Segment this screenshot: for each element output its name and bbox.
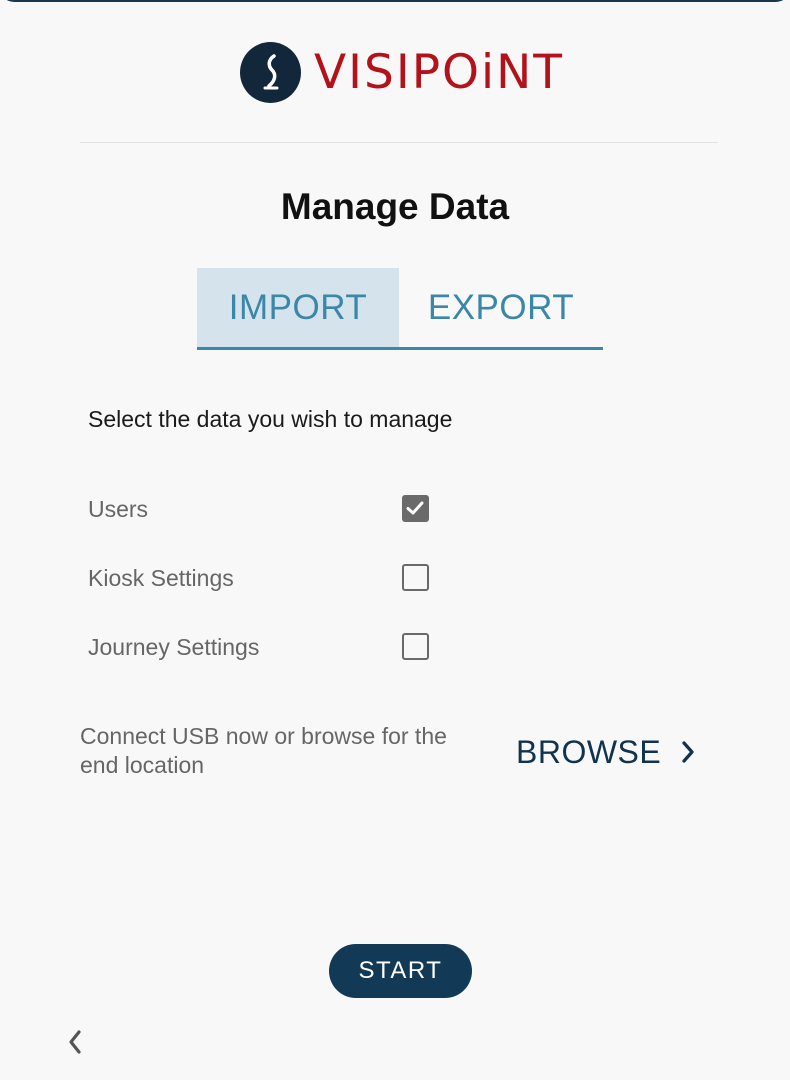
header-divider — [80, 142, 718, 143]
kiosk-settings-checkbox[interactable] — [402, 564, 429, 591]
tab-export[interactable]: EXPORT — [399, 268, 603, 347]
start-button[interactable]: START — [329, 944, 472, 998]
option-kiosk-settings: Kiosk Settings — [88, 564, 438, 595]
option-users: Users — [88, 495, 438, 526]
instructions-text: Select the data you wish to manage — [88, 406, 453, 432]
browse-button[interactable]: BROWSE — [516, 731, 695, 773]
chevron-right-icon — [681, 740, 695, 764]
journey-settings-checkbox[interactable] — [402, 633, 429, 660]
back-button[interactable] — [60, 1026, 90, 1058]
browse-label: BROWSE — [516, 733, 662, 770]
page-title: Manage Data — [280, 186, 510, 227]
import-export-tabs: IMPORT EXPORT — [197, 268, 603, 350]
tab-import[interactable]: IMPORT — [197, 268, 399, 347]
chevron-left-icon — [69, 1030, 81, 1054]
option-journey-settings: Journey Settings — [88, 633, 438, 664]
checkmark-icon — [406, 501, 424, 515]
logo-text: VISIPOiNT — [314, 44, 564, 100]
visipoint-logo-icon — [240, 41, 301, 103]
option-label: Users — [88, 496, 149, 522]
manage-data-screen: VISIPOiNT Manage Data IMPORT EXPORT Sele… — [0, 0, 790, 1080]
users-checkbox[interactable] — [402, 495, 429, 522]
top-edge-border — [0, 0, 790, 2]
connect-usb-text: Connect USB now or browse for the end lo… — [80, 723, 447, 778]
option-label: Journey Settings — [88, 634, 260, 660]
visipoint-logo: VISIPOiNT — [240, 41, 564, 103]
option-label: Kiosk Settings — [88, 565, 234, 591]
